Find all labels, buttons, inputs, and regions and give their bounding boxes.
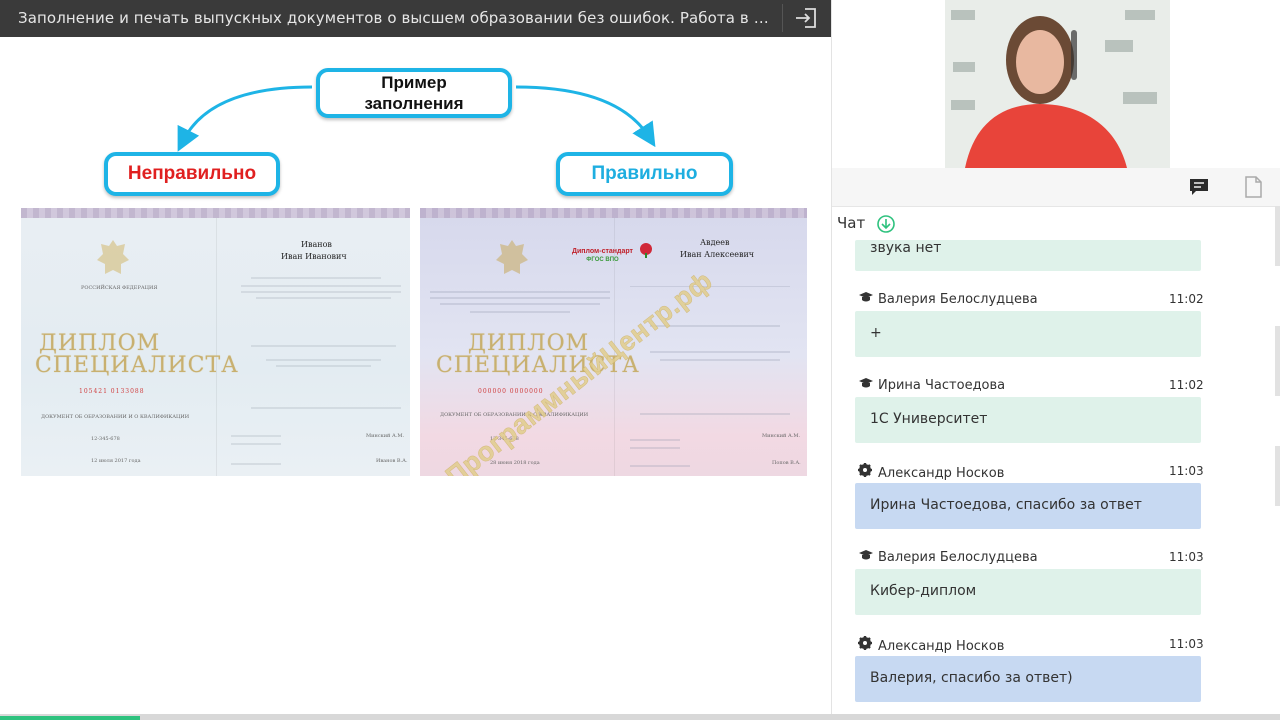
presenter-video-frame: [945, 0, 1170, 168]
titlebar-divider: [782, 4, 783, 32]
chat-message: 1С Университет: [855, 397, 1201, 443]
scrollbar-edge[interactable]: [1273, 206, 1280, 720]
coat-of-arms-icon: [97, 240, 129, 274]
chat-messages[interactable]: звука нет Валерия Белослудцева 11:02 + И…: [846, 240, 1216, 720]
diploma-surname: Авдеев: [700, 238, 730, 247]
diploma-right-example: Диплом-стандарт ФГОС ВПО ДИПЛОМ СПЕЦИАЛИ…: [420, 208, 807, 476]
message-author: Александр Носков: [858, 636, 1004, 654]
panel-toolbar: [832, 168, 1280, 207]
message-author: Александр Носков: [858, 463, 1004, 481]
gear-icon: [858, 463, 874, 481]
video-progress-bar[interactable]: [0, 714, 1280, 720]
diploma-given-names: Иван Иванович: [281, 252, 347, 261]
chat-message: +: [855, 311, 1201, 357]
message-text: звука нет: [870, 240, 942, 256]
message-text: Ирина Частоедова, спасибо за ответ: [870, 497, 1142, 513]
message-author: Валерия Белослудцева: [858, 549, 1038, 565]
diploma-serial: 105421 0133088: [79, 388, 145, 395]
standard-badge: Диплом-стандарт ФГОС ВПО: [572, 248, 633, 263]
graduation-cap-icon: [858, 377, 874, 393]
message-time: 11:03: [1169, 550, 1204, 564]
message-author: Ирина Частоедова: [858, 377, 1005, 393]
diploma-issue-date: 12 июля 2017 года: [91, 458, 141, 464]
chat-message: Кибер-диплом: [855, 569, 1201, 615]
diploma-text-lines: [231, 277, 401, 465]
presentation-title: Заполнение и печать выпускных документов…: [18, 9, 778, 27]
diploma-wrong-example: РОССИЙСКАЯ ФЕДЕРАЦИЯ ДИПЛОМ СПЕЦИАЛИСТА …: [21, 208, 410, 476]
document-icon[interactable]: [1244, 176, 1262, 198]
diploma-heading-2: СПЕЦИАЛИСТА: [35, 353, 239, 378]
diploma-reg-number: 12-345-678: [91, 436, 120, 442]
diploma-border-strip: [420, 208, 807, 218]
message-time: 11:02: [1169, 378, 1204, 392]
message-text: Кибер-диплом: [870, 583, 977, 599]
video-progress-fill: [0, 716, 140, 720]
presentation-slide: Пример заполнения Неправильно Правильно …: [0, 37, 831, 720]
coat-of-arms-icon: [496, 240, 528, 274]
presentation-title-bar: Заполнение и печать выпускных документов…: [0, 0, 831, 37]
exit-icon[interactable]: [793, 5, 821, 31]
message-text: +: [870, 325, 882, 341]
diploma-given-names: Иван Алексеевич: [680, 250, 755, 259]
scroll-down-icon[interactable]: [877, 215, 895, 233]
wrong-label: Неправильно: [104, 152, 280, 196]
graduation-cap-icon: [858, 549, 874, 565]
chat-message: звука нет: [855, 240, 1201, 271]
chat-icon[interactable]: [1189, 178, 1209, 196]
webcam-video[interactable]: [945, 0, 1170, 168]
diploma-country: РОССИЙСКАЯ ФЕДЕРАЦИЯ: [81, 285, 158, 291]
rose-icon: [640, 243, 652, 258]
message-text: Валерия, спасибо за ответ): [870, 670, 1073, 686]
message-author: Валерия Белослудцева: [858, 291, 1038, 307]
message-text: 1С Университет: [870, 411, 988, 427]
chat-message: Валерия, спасибо за ответ): [855, 656, 1201, 702]
gear-icon: [858, 636, 874, 654]
message-time: 11:03: [1169, 637, 1204, 651]
diploma-doc-title: ДОКУМЕНТ ОБ ОБРАЗОВАНИИ И О КВАЛИФИКАЦИИ: [41, 414, 190, 420]
graduation-cap-icon: [858, 291, 874, 307]
diploma-border-strip: [21, 208, 410, 218]
diploma-surname: Иванов: [301, 240, 332, 249]
right-label: Правильно: [556, 152, 733, 196]
chat-heading: Чат: [837, 214, 866, 232]
panel-divider: [831, 0, 832, 720]
example-label: Пример заполнения: [316, 68, 512, 118]
diploma-fold: [215, 218, 217, 476]
chat-message: Ирина Частоедова, спасибо за ответ: [855, 483, 1201, 529]
message-time: 11:02: [1169, 292, 1204, 306]
message-time: 11:03: [1169, 464, 1204, 478]
